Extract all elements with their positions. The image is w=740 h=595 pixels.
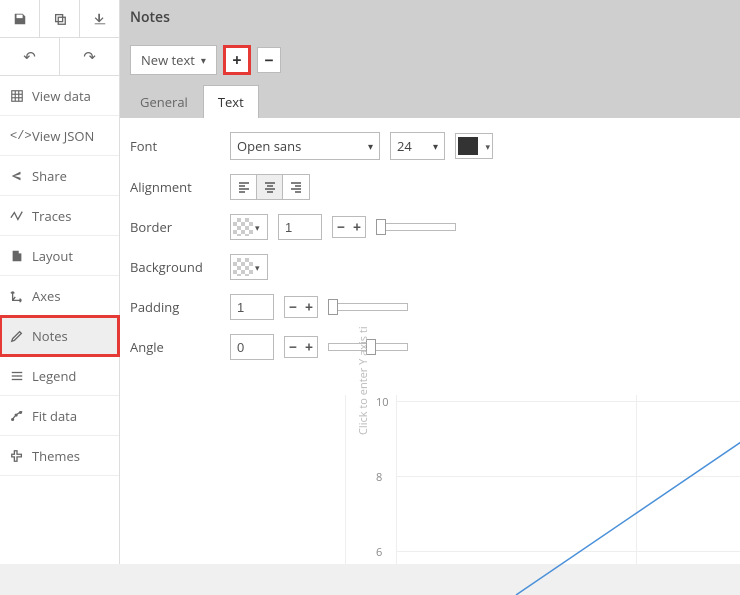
text-form: Font Open sans 24 Alignment Border −+ — [120, 118, 740, 374]
sidebar-item-label: Themes — [32, 447, 80, 465]
angle-label: Angle — [130, 338, 220, 356]
plus-icon: + — [301, 337, 317, 357]
sidebar-item-traces[interactable]: Traces — [0, 196, 119, 236]
sidebar-item-label: Legend — [32, 367, 76, 385]
border-label: Border — [130, 218, 220, 236]
sidebar: ↶ ↷ View data </> View JSON Share Traces… — [0, 0, 120, 564]
y-tick: 10 — [376, 395, 389, 410]
sidebar-item-axes[interactable]: Axes — [0, 276, 119, 316]
padding-input[interactable] — [230, 294, 274, 320]
sidebar-item-label: Layout — [32, 247, 73, 265]
sidebar-item-legend[interactable]: Legend — [0, 356, 119, 396]
sidebar-item-layout[interactable]: Layout — [0, 236, 119, 276]
panel: Notes New text + − General Text Font Ope… — [120, 0, 740, 564]
undo-button[interactable]: ↶ — [0, 38, 60, 75]
minus-icon: − — [285, 297, 301, 317]
padding-stepper[interactable]: −+ — [284, 296, 318, 318]
minus-icon: − — [285, 337, 301, 357]
download-button[interactable] — [80, 0, 119, 37]
alignment-label: Alignment — [130, 178, 220, 196]
background-label: Background — [130, 258, 220, 276]
align-left-button[interactable] — [231, 175, 257, 199]
remove-note-button[interactable]: − — [257, 47, 281, 73]
sidebar-item-view-json[interactable]: </> View JSON — [0, 116, 119, 156]
copy-button[interactable] — [40, 0, 80, 37]
y-tick: 6 — [376, 545, 382, 560]
plus-icon: + — [349, 217, 365, 237]
sidebar-item-label: Fit data — [32, 407, 77, 425]
border-slider[interactable] — [376, 216, 456, 238]
checker-icon — [233, 258, 253, 276]
sidebar-item-notes[interactable]: Notes — [0, 316, 119, 356]
background-color-picker[interactable] — [230, 254, 268, 280]
border-color-picker[interactable] — [230, 214, 268, 240]
border-width-input[interactable] — [278, 214, 322, 240]
add-note-button[interactable]: + — [225, 47, 249, 73]
sidebar-item-label: Notes — [32, 327, 68, 345]
line-trace — [396, 395, 740, 595]
font-label: Font — [130, 137, 220, 155]
redo-button[interactable]: ↷ — [60, 38, 119, 75]
alignment-group — [230, 174, 310, 200]
angle-stepper[interactable]: −+ — [284, 336, 318, 358]
sidebar-item-label: View data — [32, 87, 91, 105]
tabs: General Text — [120, 85, 740, 118]
sidebar-item-label: View JSON — [32, 127, 94, 145]
checker-icon — [233, 218, 253, 236]
sidebar-item-label: Traces — [32, 207, 71, 225]
code-icon: </> — [10, 129, 24, 143]
border-stepper[interactable]: −+ — [332, 216, 366, 238]
top-icon-row — [0, 0, 119, 38]
sidebar-item-view-data[interactable]: View data — [0, 76, 119, 116]
plus-icon: + — [301, 297, 317, 317]
tab-text[interactable]: Text — [203, 85, 259, 118]
align-right-button[interactable] — [283, 175, 309, 199]
y-axis-label[interactable]: Click to enter Y axis ti — [356, 326, 371, 435]
sidebar-item-label: Share — [32, 167, 67, 185]
padding-slider[interactable] — [328, 296, 408, 318]
y-tick: 8 — [376, 470, 382, 485]
angle-input[interactable] — [230, 334, 274, 360]
sidebar-item-fit-data[interactable]: Fit data — [0, 396, 119, 436]
new-text-dropdown[interactable]: New text — [130, 45, 217, 75]
color-preview — [458, 137, 478, 155]
align-center-button[interactable] — [257, 175, 283, 199]
sidebar-item-themes[interactable]: Themes — [0, 436, 119, 476]
tab-general[interactable]: General — [125, 85, 203, 118]
chart-area: Click to enter Y axis ti 10 8 6 — [345, 395, 740, 564]
chart[interactable]: 10 8 6 — [396, 395, 740, 564]
save-button[interactable] — [0, 0, 40, 37]
font-color-picker[interactable] — [455, 133, 493, 159]
font-family-select[interactable]: Open sans — [230, 132, 380, 160]
sidebar-item-label: Axes — [32, 287, 61, 305]
font-size-select[interactable]: 24 — [390, 132, 445, 160]
padding-label: Padding — [130, 298, 220, 316]
minus-icon: − — [333, 217, 349, 237]
panel-toolbar: New text + − — [120, 35, 740, 85]
undo-row: ↶ ↷ — [0, 38, 119, 76]
panel-title: Notes — [120, 0, 740, 35]
sidebar-item-share[interactable]: Share — [0, 156, 119, 196]
